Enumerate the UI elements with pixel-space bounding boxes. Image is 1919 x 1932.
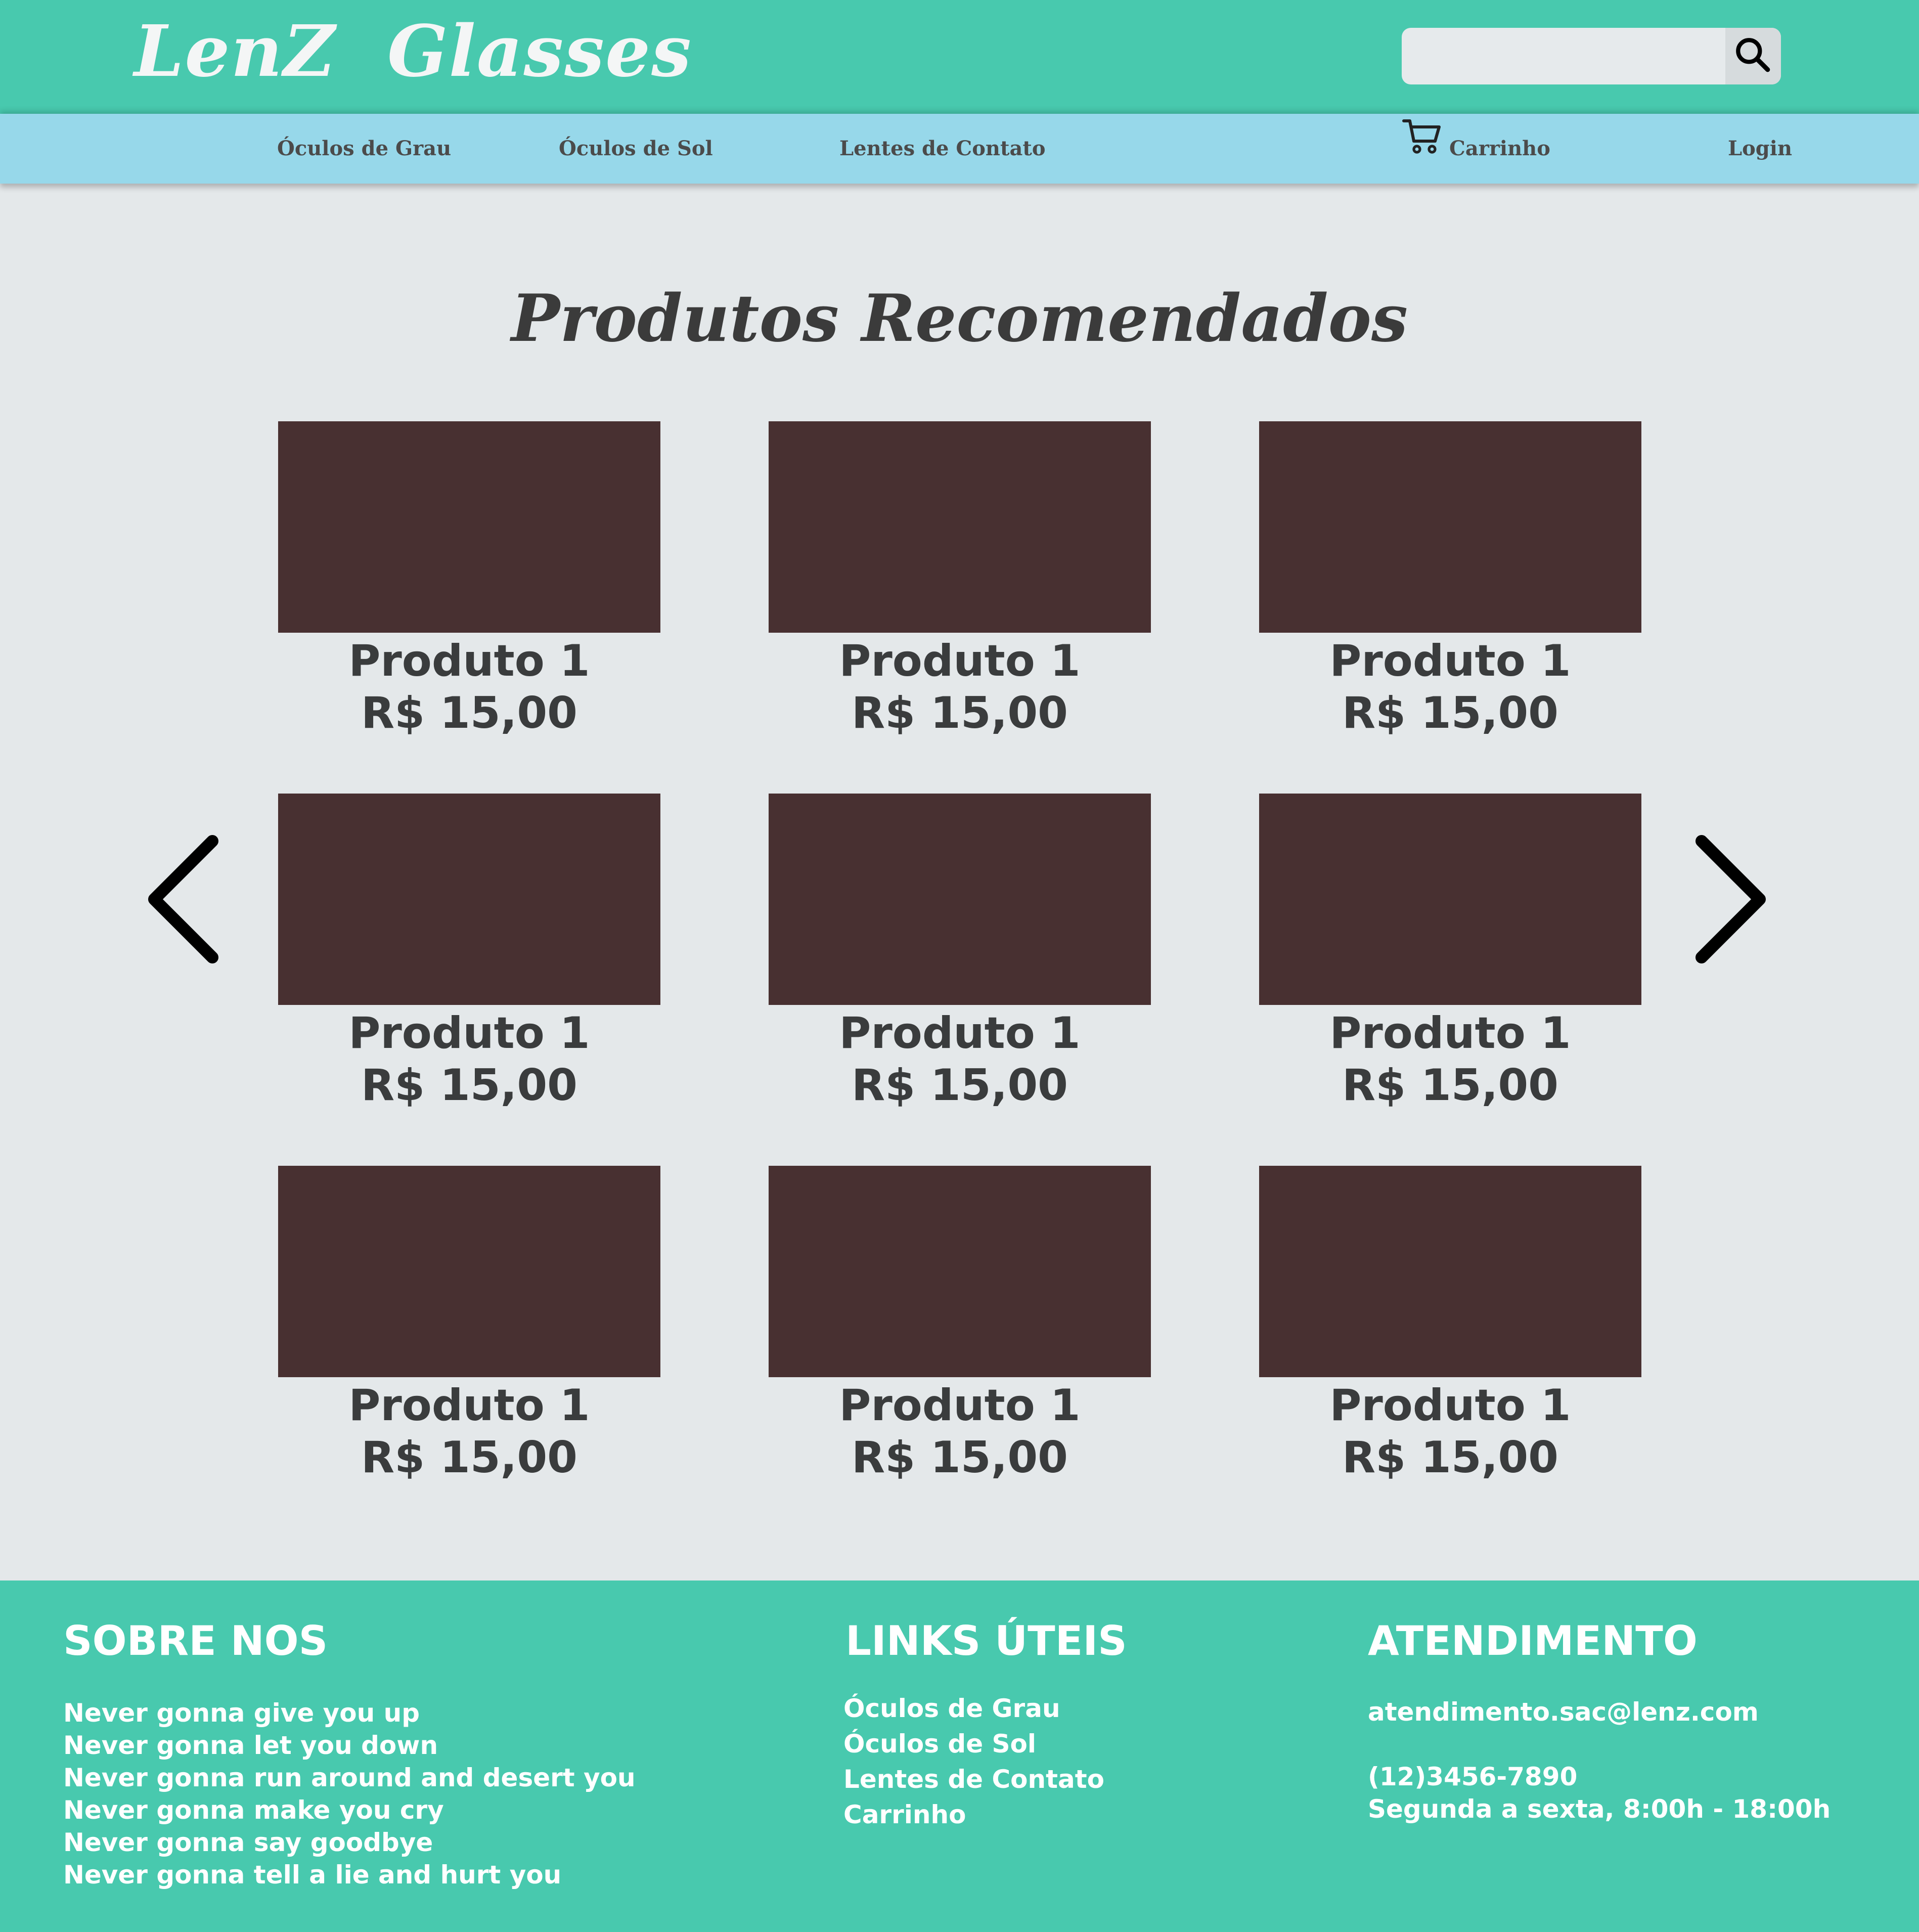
footer-link-lentes-de-contato[interactable]: Lentes de Contato bbox=[843, 1762, 1127, 1797]
product-image bbox=[769, 1166, 1151, 1377]
cart-icon bbox=[1402, 114, 1442, 184]
product-card[interactable]: Produto 1 R$ 15,00 bbox=[278, 1166, 660, 1484]
footer-sobre-nos: SOBRE NOS Never gonna give you up Never … bbox=[63, 1616, 636, 1891]
nav-oculos-de-grau[interactable]: Óculos de Grau bbox=[277, 114, 451, 184]
footer-email[interactable]: atendimento.sac@lenz.com bbox=[1368, 1696, 1831, 1728]
product-card[interactable]: Produto 1 R$ 15,00 bbox=[769, 421, 1151, 740]
product-card[interactable]: Produto 1 R$ 15,00 bbox=[1259, 421, 1641, 740]
site-footer: SOBRE NOS Never gonna give you up Never … bbox=[0, 1580, 1919, 1932]
product-name: Produto 1 bbox=[348, 1380, 590, 1431]
footer-atendimento-title: ATENDIMENTO bbox=[1368, 1617, 1698, 1664]
footer-sobre-line: Never gonna give you up bbox=[63, 1698, 420, 1728]
product-price: R$ 15,00 bbox=[851, 1060, 1068, 1111]
footer-hours: Segunda a sexta, 8:00h - 18:00h bbox=[1368, 1794, 1831, 1824]
product-price: R$ 15,00 bbox=[361, 1060, 578, 1111]
product-price: R$ 15,00 bbox=[851, 688, 1068, 738]
product-card[interactable]: Produto 1 R$ 15,00 bbox=[769, 1166, 1151, 1484]
site-header: LenZ Glasses bbox=[0, 0, 1919, 114]
footer-phone: (12)3456-7890 bbox=[1368, 1762, 1578, 1791]
footer-sobre-line: Never gonna make you cry bbox=[63, 1795, 444, 1825]
carousel-next-button[interactable] bbox=[1686, 831, 1772, 968]
product-card[interactable]: Produto 1 R$ 15,00 bbox=[1259, 1166, 1641, 1484]
nav-lentes-de-contato[interactable]: Lentes de Contato bbox=[839, 114, 1046, 184]
product-price: R$ 15,00 bbox=[1342, 688, 1559, 738]
product-image bbox=[1259, 421, 1641, 633]
main-nav: Óculos de Grau Óculos de Sol Lentes de C… bbox=[0, 114, 1919, 184]
nav-carrinho[interactable]: Carrinho bbox=[1402, 114, 1550, 184]
product-name: Produto 1 bbox=[1329, 636, 1571, 686]
footer-link-oculos-de-sol[interactable]: Óculos de Sol bbox=[843, 1726, 1127, 1762]
footer-links-title: LINKS ÚTEIS bbox=[845, 1617, 1127, 1664]
nav-carrinho-label: Carrinho bbox=[1449, 137, 1550, 160]
product-name: Produto 1 bbox=[839, 636, 1081, 686]
chevron-left-icon bbox=[142, 835, 228, 970]
product-name: Produto 1 bbox=[348, 636, 590, 686]
product-card[interactable]: Produto 1 R$ 15,00 bbox=[1259, 794, 1641, 1112]
chevron-right-icon bbox=[1686, 835, 1772, 970]
footer-sobre-line: Never gonna let you down bbox=[63, 1731, 438, 1760]
product-name: Produto 1 bbox=[1329, 1380, 1571, 1431]
product-image bbox=[1259, 1166, 1641, 1377]
product-name: Produto 1 bbox=[1329, 1008, 1571, 1059]
product-name: Produto 1 bbox=[839, 1380, 1081, 1431]
footer-sobre-line: Never gonna say goodbye bbox=[63, 1828, 433, 1857]
product-price: R$ 15,00 bbox=[361, 688, 578, 738]
product-card[interactable]: Produto 1 R$ 15,00 bbox=[278, 421, 660, 740]
product-price: R$ 15,00 bbox=[361, 1432, 578, 1483]
site-logo[interactable]: LenZ Glasses bbox=[134, 10, 692, 93]
section-title: Produtos Recomendados bbox=[511, 281, 1408, 357]
search-input[interactable] bbox=[1402, 28, 1725, 84]
product-image bbox=[278, 421, 660, 633]
product-card[interactable]: Produto 1 R$ 15,00 bbox=[278, 794, 660, 1112]
search-icon bbox=[1732, 34, 1774, 78]
product-card[interactable]: Produto 1 R$ 15,00 bbox=[769, 794, 1151, 1112]
nav-login[interactable]: Login bbox=[1728, 114, 1792, 184]
product-name: Produto 1 bbox=[348, 1008, 590, 1059]
footer-link-oculos-de-grau[interactable]: Óculos de Grau bbox=[843, 1691, 1127, 1726]
product-price: R$ 15,00 bbox=[1342, 1432, 1559, 1483]
search-bar bbox=[1402, 28, 1781, 84]
footer-sobre-line: Never gonna run around and desert you bbox=[63, 1763, 636, 1792]
product-price: R$ 15,00 bbox=[851, 1432, 1068, 1483]
footer-sobre-title: SOBRE NOS bbox=[63, 1617, 328, 1664]
product-image bbox=[769, 421, 1151, 633]
product-image bbox=[1259, 794, 1641, 1005]
product-image bbox=[278, 1166, 660, 1377]
nav-oculos-de-sol[interactable]: Óculos de Sol bbox=[559, 114, 713, 184]
product-image bbox=[769, 794, 1151, 1005]
search-button[interactable] bbox=[1725, 28, 1781, 84]
footer-atendimento: ATENDIMENTO atendimento.sac@lenz.com (12… bbox=[1368, 1616, 1831, 1825]
product-price: R$ 15,00 bbox=[1342, 1060, 1559, 1111]
product-name: Produto 1 bbox=[839, 1008, 1081, 1059]
footer-links-uteis: LINKS ÚTEIS Óculos de Grau Óculos de Sol… bbox=[843, 1616, 1127, 1832]
footer-link-carrinho[interactable]: Carrinho bbox=[843, 1797, 1127, 1832]
product-image bbox=[278, 794, 660, 1005]
footer-sobre-line: Never gonna tell a lie and hurt you bbox=[63, 1860, 562, 1890]
carousel-prev-button[interactable] bbox=[142, 831, 228, 968]
